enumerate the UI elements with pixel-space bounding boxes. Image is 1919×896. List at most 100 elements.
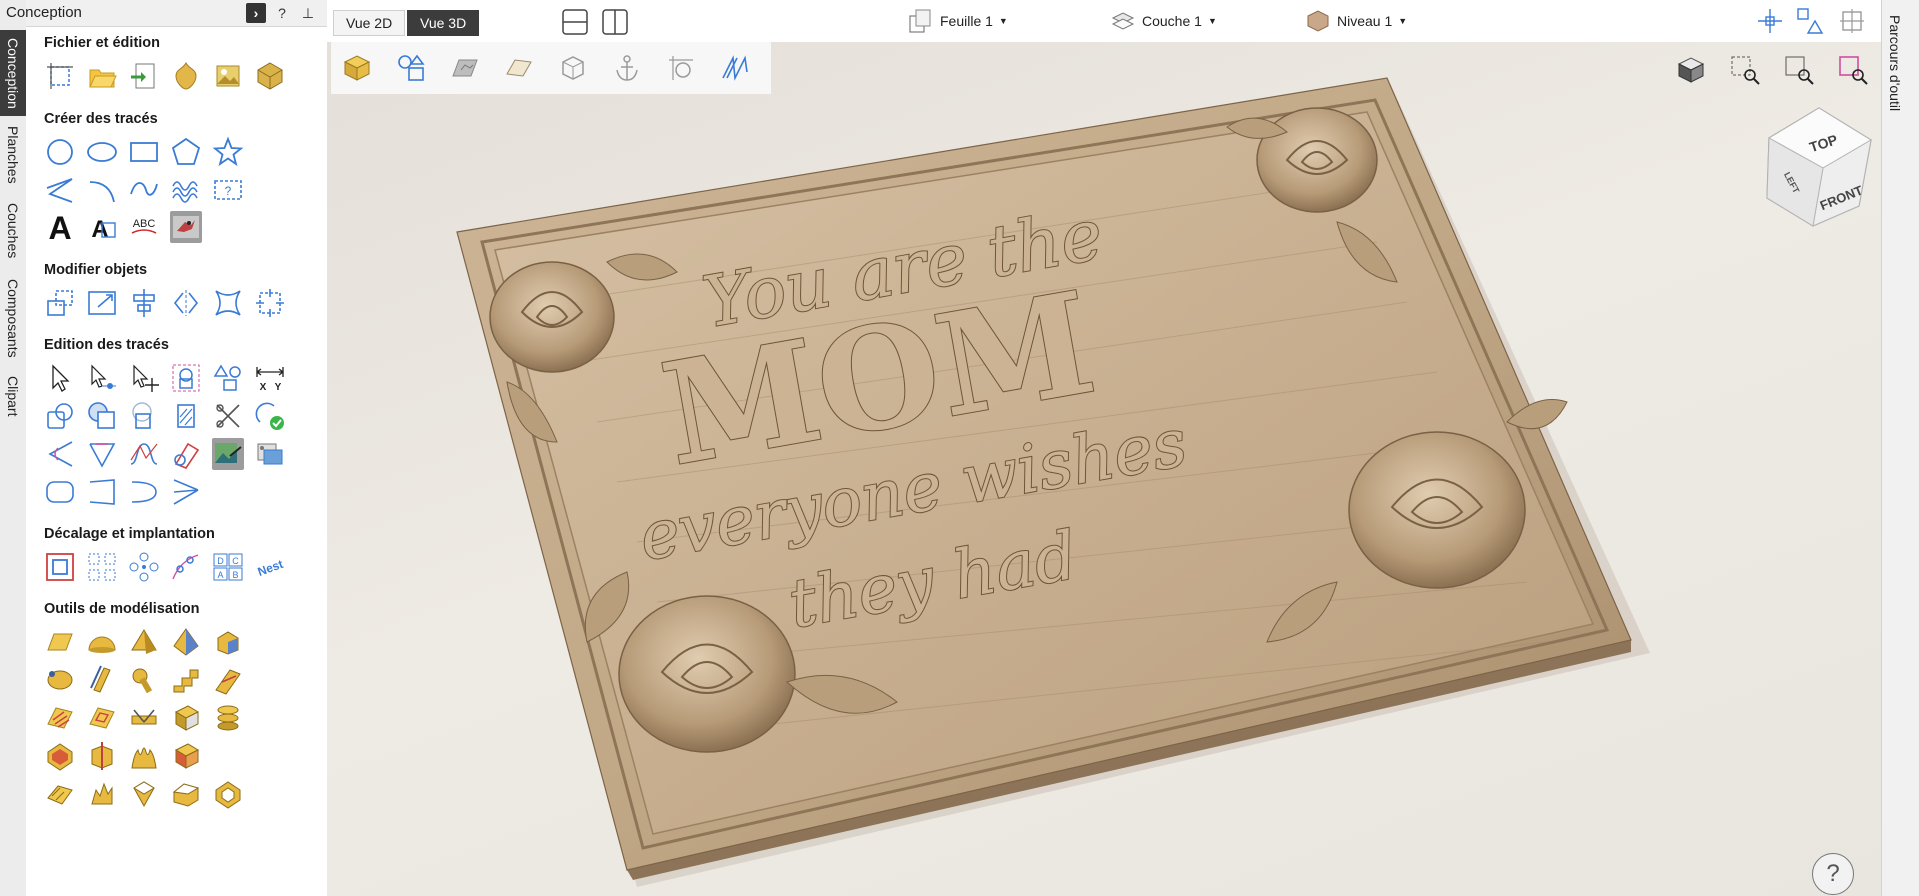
import-icon[interactable] xyxy=(128,60,160,92)
move-icon[interactable] xyxy=(44,287,76,319)
polyline-icon[interactable] xyxy=(44,174,76,206)
model-red-icon[interactable] xyxy=(44,740,76,772)
extend-icon[interactable] xyxy=(86,476,118,508)
array-copy-icon[interactable] xyxy=(86,551,118,583)
circle-icon[interactable] xyxy=(44,136,76,168)
viewport-3d[interactable]: TOP FRONT LEFT You are the MOM everyone … xyxy=(327,42,1881,896)
split-vertical-icon[interactable] xyxy=(601,8,629,36)
text-icon[interactable]: A xyxy=(44,211,76,243)
flat-plane-icon[interactable] xyxy=(44,626,76,658)
polygon-icon[interactable] xyxy=(170,136,202,168)
offset-icon[interactable] xyxy=(44,551,76,583)
two-rail-icon[interactable] xyxy=(86,664,118,696)
text-arc-icon[interactable]: ABC xyxy=(128,211,160,243)
dome-icon[interactable] xyxy=(86,626,118,658)
scale-icon[interactable] xyxy=(86,287,118,319)
transform-icon[interactable] xyxy=(254,287,286,319)
flame-model-icon[interactable] xyxy=(128,740,160,772)
grid-toggle-icon[interactable] xyxy=(1837,6,1867,36)
import-component-icon[interactable] xyxy=(254,60,286,92)
tab-clipart[interactable]: Clipart xyxy=(0,370,26,422)
transform-select-icon[interactable] xyxy=(128,362,160,394)
model-orange-icon[interactable] xyxy=(170,740,202,772)
layers-stack-icon[interactable] xyxy=(212,702,244,734)
arc-fit-icon[interactable] xyxy=(128,476,160,508)
frame-model-icon[interactable] xyxy=(212,778,244,810)
model-box-icon[interactable] xyxy=(170,702,202,734)
copy-along-path-icon[interactable] xyxy=(170,551,202,583)
help-button[interactable]: ? xyxy=(1812,853,1854,895)
chamfer-icon[interactable] xyxy=(86,438,118,470)
nesting-icon[interactable]: Nest xyxy=(254,551,286,583)
section-title-edit: Edition des tracés xyxy=(44,337,169,353)
cone-icon[interactable] xyxy=(170,626,202,658)
split-model-icon[interactable] xyxy=(86,740,118,772)
gem-model-icon[interactable] xyxy=(128,778,160,810)
layer-dropdown[interactable]: Couche 1 ▼ xyxy=(1110,8,1217,34)
dimension-box-icon[interactable]: ? xyxy=(212,174,244,206)
text-on-curve-icon[interactable]: A xyxy=(86,211,118,243)
import-vector-icon[interactable] xyxy=(170,60,202,92)
smooth-icon[interactable] xyxy=(128,438,160,470)
open-file-icon[interactable] xyxy=(86,60,118,92)
stairs-icon[interactable] xyxy=(170,664,202,696)
select-icon[interactable] xyxy=(44,362,76,394)
view-3d-button[interactable]: Vue 3D xyxy=(407,10,480,36)
slice-model-icon[interactable] xyxy=(44,778,76,810)
distort-icon[interactable] xyxy=(212,287,244,319)
new-job-icon[interactable] xyxy=(44,60,76,92)
snap-icon[interactable] xyxy=(1755,6,1785,36)
merge-labels-icon[interactable]: DCAB xyxy=(212,551,244,583)
pyramid-icon[interactable] xyxy=(128,626,160,658)
close-vectors-icon[interactable] xyxy=(254,400,286,432)
curve-icon[interactable] xyxy=(128,174,160,206)
tab-toolpaths[interactable]: Parcours d'outil xyxy=(1882,8,1908,118)
bird-trace-icon[interactable] xyxy=(170,211,202,243)
star-icon[interactable] xyxy=(212,136,244,168)
tab-planches[interactable]: Planches xyxy=(0,120,26,190)
bitmap-trace-icon[interactable] xyxy=(212,438,244,470)
ellipse-icon[interactable] xyxy=(86,136,118,168)
tabs-icon[interactable] xyxy=(170,438,202,470)
measure-xy-icon[interactable]: XY xyxy=(254,362,286,394)
transform-handles-icon[interactable] xyxy=(1795,6,1825,36)
creature-model-icon[interactable] xyxy=(86,778,118,810)
smooth-model-icon[interactable] xyxy=(128,702,160,734)
sheet-dropdown[interactable]: Feuille 1 ▼ xyxy=(908,8,1008,34)
node-edit-icon[interactable] xyxy=(86,362,118,394)
subtract-icon[interactable] xyxy=(86,400,118,432)
group-select-icon[interactable] xyxy=(170,362,202,394)
shapes-group-icon[interactable] xyxy=(212,362,244,394)
rectangle-icon[interactable] xyxy=(128,136,160,168)
level-dropdown[interactable]: Niveau 1 ▼ xyxy=(1305,8,1407,34)
collapse-panel-button[interactable]: › xyxy=(246,3,266,23)
circular-array-icon[interactable] xyxy=(128,551,160,583)
wave-icon[interactable] xyxy=(170,174,202,206)
view-2d-button[interactable]: Vue 2D xyxy=(333,10,406,36)
align-icon[interactable] xyxy=(128,287,160,319)
rounded-rect-icon[interactable] xyxy=(44,476,76,508)
sculpt-icon[interactable] xyxy=(44,664,76,696)
join-icon[interactable] xyxy=(170,476,202,508)
tab-composants[interactable]: Composants xyxy=(0,272,26,364)
fillet-icon[interactable] xyxy=(44,438,76,470)
split-horizontal-icon[interactable] xyxy=(561,8,589,36)
image-trace-icon[interactable] xyxy=(254,438,286,470)
trim-icon[interactable] xyxy=(212,400,244,432)
fill-pattern-icon[interactable] xyxy=(170,400,202,432)
texture-icon[interactable] xyxy=(44,702,76,734)
weave-icon[interactable] xyxy=(212,664,244,696)
import-bitmap-icon[interactable] xyxy=(212,60,244,92)
extrude-icon[interactable] xyxy=(212,626,244,658)
texture-area-icon[interactable] xyxy=(86,702,118,734)
tab-conception[interactable]: Conception xyxy=(0,30,26,116)
tab-couches[interactable]: Couches xyxy=(0,196,26,266)
help-button[interactable]: ? xyxy=(272,3,292,23)
pin-icon[interactable]: ⊥ xyxy=(298,3,318,23)
weld-icon[interactable] xyxy=(44,400,76,432)
bevel-model-icon[interactable] xyxy=(170,778,202,810)
intersect-icon[interactable] xyxy=(128,400,160,432)
arc-icon[interactable] xyxy=(86,174,118,206)
mirror-icon[interactable] xyxy=(170,287,202,319)
revolve-icon[interactable] xyxy=(128,664,160,696)
